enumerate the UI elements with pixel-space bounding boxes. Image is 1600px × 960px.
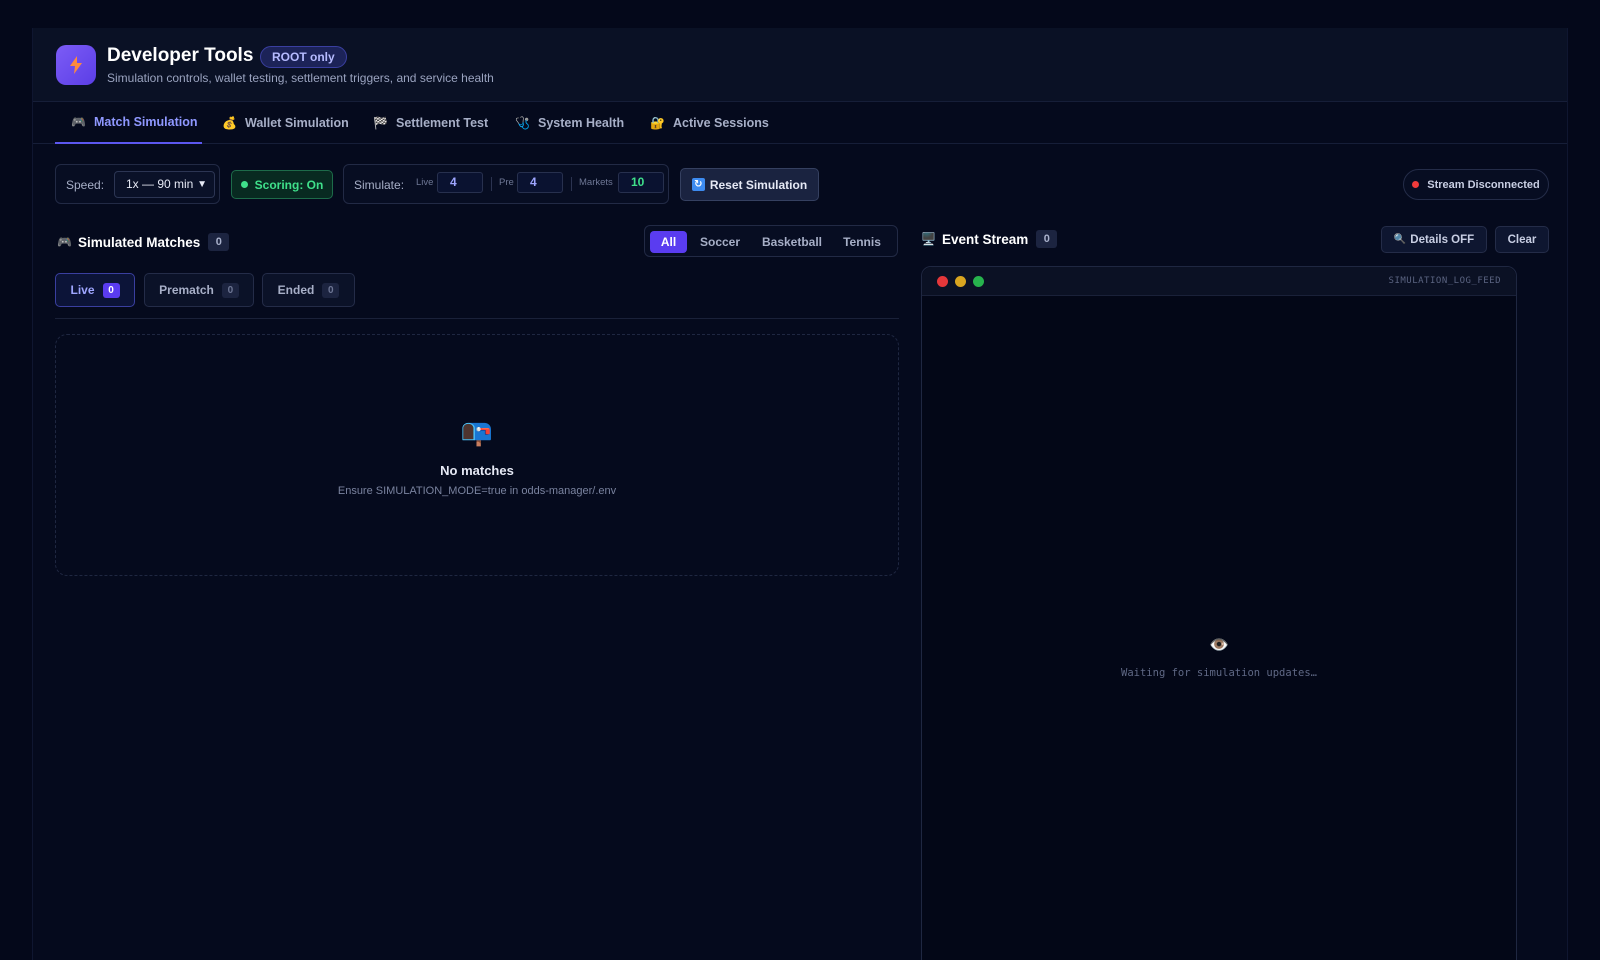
checkered-flag-icon: 🏁 bbox=[373, 116, 388, 130]
status-tab-prematch[interactable]: Prematch 0 bbox=[144, 273, 254, 307]
empty-matches-placeholder: 📭 No matches Ensure SIMULATION_MODE=true… bbox=[55, 334, 899, 576]
details-toggle-button[interactable]: 🔍 Details OFF bbox=[1381, 226, 1487, 253]
separator bbox=[571, 177, 572, 191]
tab-match-simulation[interactable]: 🎮 Match Simulation bbox=[55, 102, 202, 144]
maximize-dot-icon bbox=[973, 276, 984, 287]
event-stream-heading: 🖥️ Event Stream 0 bbox=[921, 230, 1058, 248]
status-tab-count: 0 bbox=[322, 282, 340, 298]
reset-simulation-button[interactable]: ↻ Reset Simulation bbox=[680, 168, 819, 201]
sport-filter: All Soccer Basketball Tennis bbox=[644, 225, 898, 257]
matches-count: 0 bbox=[208, 233, 230, 251]
minimize-dot-icon bbox=[955, 276, 966, 287]
status-dot bbox=[1412, 181, 1420, 188]
live-count-label: Live bbox=[416, 177, 434, 188]
tab-label: Settlement Test bbox=[396, 116, 489, 130]
simulate-label: Simulate: bbox=[354, 178, 405, 192]
scoring-toggle[interactable]: Scoring: On bbox=[231, 170, 333, 199]
speed-select-value: 1x — 90 min bbox=[126, 177, 194, 191]
tab-label: Match Simulation bbox=[94, 115, 198, 129]
status-tab-count: 0 bbox=[102, 282, 120, 298]
status-tab-label: Prematch bbox=[159, 283, 214, 297]
status-tab-label: Ended bbox=[277, 283, 315, 297]
stream-status-label: Stream Disconnected bbox=[1427, 178, 1540, 191]
page-header: Developer Tools ROOT only Simulation con… bbox=[33, 28, 1567, 102]
tab-label: System Health bbox=[538, 116, 625, 130]
developer-tools-panel: Developer Tools ROOT only Simulation con… bbox=[32, 28, 1568, 960]
event-stream-terminal[interactable]: SIMULATION_LOG_FEED 👁️ Waiting for simul… bbox=[921, 266, 1517, 960]
live-count-input[interactable]: 4 bbox=[437, 172, 483, 193]
reset-simulation-label: Reset Simulation bbox=[709, 177, 808, 192]
simulate-counts: Simulate: Live 4 Pre 4 Markets 10 bbox=[343, 164, 669, 204]
stream-status-badge: Stream Disconnected bbox=[1403, 169, 1549, 200]
tab-system-health[interactable]: 🩺 System Health bbox=[515, 102, 624, 144]
tab-active-sessions[interactable]: 🔐 Active Sessions bbox=[650, 102, 769, 144]
status-dot bbox=[240, 181, 248, 188]
terminal-title-bar: SIMULATION_LOG_FEED bbox=[922, 267, 1516, 296]
root-only-badge: ROOT only bbox=[260, 46, 347, 68]
tab-bar: 🎮 Match Simulation 💰 Wallet Simulation 🏁… bbox=[33, 102, 1567, 144]
simulated-matches-heading: 🎮 Simulated Matches 0 bbox=[57, 233, 230, 251]
details-toggle-label: Details OFF bbox=[1410, 233, 1475, 246]
money-bag-icon: 💰 bbox=[222, 116, 237, 130]
tab-label: Wallet Simulation bbox=[245, 116, 349, 130]
empty-subtitle: Ensure SIMULATION_MODE=true in odds-mana… bbox=[337, 485, 617, 497]
sport-filter-basketball[interactable]: Basketball bbox=[757, 231, 827, 253]
clear-button[interactable]: Clear bbox=[1495, 226, 1549, 253]
status-tab-count: 0 bbox=[221, 282, 239, 298]
status-tab-ended[interactable]: Ended 0 bbox=[262, 273, 355, 307]
gamepad-icon: 🎮 bbox=[57, 235, 72, 249]
stethoscope-icon: 🩺 bbox=[515, 116, 530, 130]
chevron-down-icon: ▼ bbox=[197, 179, 207, 190]
scoring-label: Scoring: On bbox=[254, 177, 324, 192]
lock-icon: 🔐 bbox=[650, 116, 665, 130]
simulated-matches-title: Simulated Matches bbox=[77, 234, 201, 250]
pre-count-label: Pre bbox=[499, 177, 514, 188]
status-tab-label: Live bbox=[70, 283, 95, 297]
mailbox-icon: 📭 bbox=[460, 417, 494, 447]
markets-count-input[interactable]: 10 bbox=[618, 172, 664, 193]
gamepad-icon: 🎮 bbox=[71, 115, 86, 129]
speed-label: Speed: bbox=[66, 178, 105, 192]
empty-title: No matches bbox=[440, 463, 514, 478]
status-tab-live[interactable]: Live 0 bbox=[55, 273, 135, 307]
lightning-icon bbox=[56, 45, 96, 85]
tab-settlement-test[interactable]: 🏁 Settlement Test bbox=[373, 102, 488, 144]
speed-select[interactable]: 1x — 90 min ▼ bbox=[114, 171, 215, 198]
monitor-icon: 🖥️ bbox=[921, 232, 936, 246]
close-dot-icon bbox=[937, 276, 948, 287]
sport-filter-all[interactable]: All bbox=[650, 231, 687, 253]
waiting-message: Waiting for simulation updates… bbox=[1121, 667, 1317, 679]
event-count: 0 bbox=[1036, 230, 1058, 248]
speed-control: Speed: 1x — 90 min ▼ bbox=[55, 164, 220, 204]
page-title: Developer Tools bbox=[107, 45, 254, 66]
tab-label: Active Sessions bbox=[673, 116, 769, 130]
page-subtitle: Simulation controls, wallet testing, set… bbox=[107, 71, 494, 85]
sport-filter-soccer[interactable]: Soccer bbox=[696, 231, 744, 253]
separator bbox=[491, 177, 492, 191]
eye-icon: 👁️ bbox=[1209, 637, 1229, 654]
pre-count-input[interactable]: 4 bbox=[517, 172, 563, 193]
terminal-label: SIMULATION_LOG_FEED bbox=[1388, 276, 1501, 286]
tab-wallet-simulation[interactable]: 💰 Wallet Simulation bbox=[222, 102, 349, 144]
sport-filter-tennis[interactable]: Tennis bbox=[838, 231, 886, 253]
divider bbox=[55, 318, 899, 319]
event-stream-title: Event Stream bbox=[941, 231, 1029, 247]
refresh-icon: ↻ bbox=[691, 178, 705, 191]
markets-count-label: Markets bbox=[579, 177, 613, 188]
magnifier-icon: 🔍 bbox=[1393, 234, 1407, 245]
